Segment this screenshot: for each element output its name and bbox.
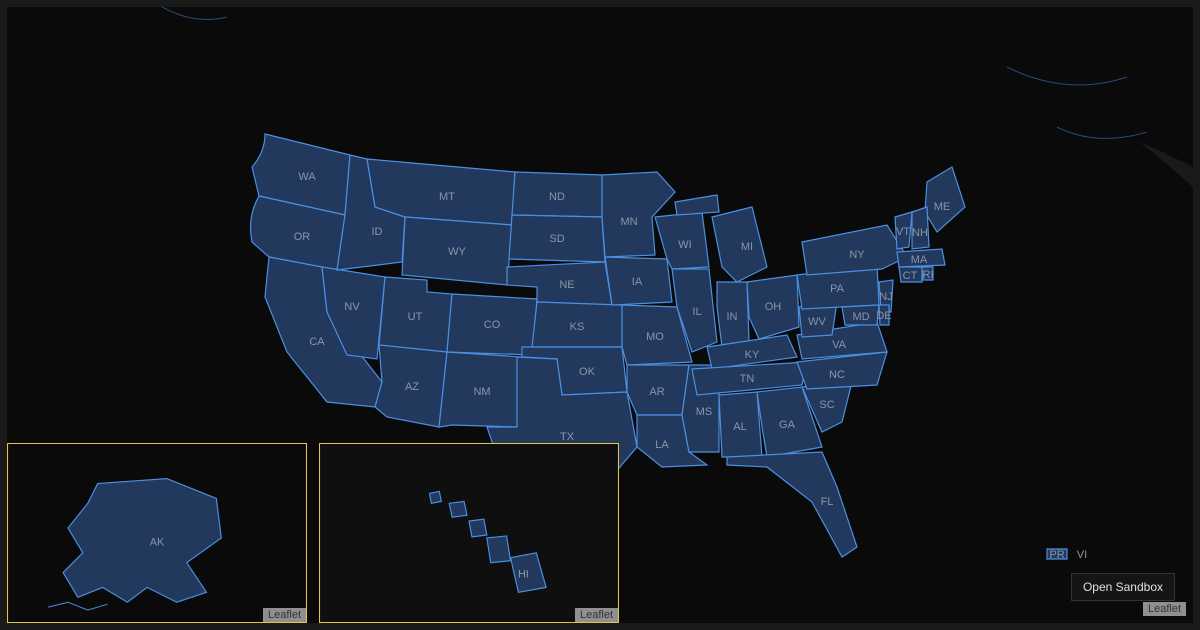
state-sd[interactable]: [509, 215, 605, 262]
state-ia[interactable]: [605, 257, 672, 305]
state-nh[interactable]: [912, 207, 929, 249]
state-az[interactable]: [375, 345, 447, 427]
state-hi-1[interactable]: [429, 491, 441, 503]
inset-hawaii[interactable]: HI Leaflet: [319, 443, 619, 623]
state-al[interactable]: [719, 392, 762, 457]
state-in[interactable]: [717, 282, 749, 347]
state-hi-4[interactable]: [487, 536, 511, 563]
open-sandbox-button[interactable]: Open Sandbox: [1071, 573, 1175, 601]
state-co[interactable]: [447, 294, 537, 355]
leaflet-attribution-main[interactable]: Leaflet: [1143, 602, 1186, 616]
state-ks[interactable]: [532, 302, 622, 347]
state-de[interactable]: [879, 305, 889, 325]
leaflet-attribution-hi[interactable]: Leaflet: [575, 608, 618, 622]
state-oh[interactable]: [747, 275, 799, 339]
state-hi-3[interactable]: [469, 519, 487, 537]
inset-alaska[interactable]: AK Leaflet: [7, 443, 307, 623]
state-nm[interactable]: [439, 352, 522, 427]
map-container[interactable]: WA OR CA NV ID MT WY UT AZ CO NM ND: [7, 7, 1193, 623]
state-md[interactable]: [842, 305, 879, 325]
state-ar[interactable]: [627, 365, 689, 415]
state-pr[interactable]: [1047, 549, 1067, 559]
leaflet-attribution-ak[interactable]: Leaflet: [263, 608, 306, 622]
state-ma[interactable]: [897, 249, 945, 267]
state-ct[interactable]: [899, 267, 922, 282]
state-nd[interactable]: [512, 172, 602, 217]
state-ri[interactable]: [922, 267, 933, 280]
state-hi-2[interactable]: [449, 501, 467, 517]
state-wy[interactable]: [402, 217, 512, 285]
state-vt[interactable]: [895, 212, 912, 249]
